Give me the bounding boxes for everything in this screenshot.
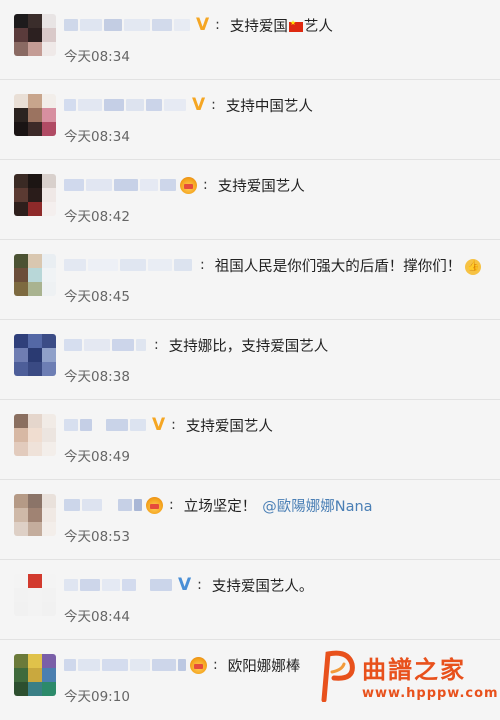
watermark-title: 曲譜之家 [362,656,466,684]
comment-time: 今天08:42 [64,209,130,225]
username-blurred[interactable] [64,338,148,352]
username-blurred[interactable] [64,578,174,592]
username-blurred[interactable] [64,18,192,32]
comment-text: 立场坚定！ [183,498,257,515]
avatar[interactable] [14,174,56,216]
vip-crown-icon [190,656,207,674]
avatar[interactable] [14,494,56,536]
comment-row[interactable]: : 立场坚定！ @歐陽娜娜Nana 今天08:53 [0,480,500,560]
comment-text-suffix: 艺人 [303,18,333,35]
comment-text: 支持爱国艺人 [185,418,273,435]
comment-time: 今天08:34 [64,129,130,145]
comment-text: 欧阳娜娜棒 [227,658,301,675]
comment-text: 支持爱国艺人。 [211,578,314,595]
comment-row[interactable]: V : 支持爱国艺人 今天08:34 [0,0,500,80]
vip-crown-icon [180,176,197,194]
vip-crown-icon [146,496,163,514]
verified-v-icon: V [192,94,206,115]
avatar[interactable] [14,654,56,696]
mention-link[interactable]: @歐陽娜娜Nana [262,495,372,516]
thumbs-up-icon: 👍 [465,258,482,275]
comment-row[interactable]: : 支持娜比，支持爱国艺人 今天08:38 [0,320,500,400]
comment-time: 今天08:44 [64,609,130,625]
china-flag-icon [288,19,303,32]
comment-time: 今天08:53 [64,529,130,545]
comment-row[interactable]: V : 支持爱国艺人。 今天08:44 [0,560,500,640]
comment-time: 今天08:49 [64,449,130,465]
comment-time: 今天08:45 [64,289,130,305]
avatar[interactable] [14,94,56,136]
username-blurred[interactable] [64,98,188,112]
site-watermark: 曲譜之家 www.hpppw.com [318,644,500,711]
comment-list: V : 支持爱国艺人 今天08:34 V : 支持中国艺人 今天08:34 [0,0,500,720]
comment-row[interactable]: V : 支持爱国艺人 今天08:49 [0,400,500,480]
comment-time: 今天08:34 [64,49,130,65]
comment-row[interactable]: : 祖国人民是你们强大的后盾！撑你们！ 👍 今天08:45 [0,240,500,320]
comment-time: 今天09:10 [64,689,130,705]
watermark-logo-icon [321,650,355,702]
username-blurred[interactable] [64,498,144,512]
comment-row[interactable]: V : 支持中国艺人 今天08:34 [0,80,500,160]
verified-v-icon: V [196,14,210,35]
username-blurred[interactable] [64,178,178,192]
username-blurred[interactable] [64,258,194,272]
watermark-url: www.hpppw.com [362,686,499,701]
verified-v-icon: V [178,574,192,595]
avatar[interactable] [14,14,56,56]
avatar[interactable] [14,334,56,376]
comment-text: 支持中国艺人 [225,98,313,115]
verified-v-icon: V [152,414,166,435]
avatar[interactable] [14,254,56,296]
comment-row[interactable]: : 支持爱国艺人 今天08:42 [0,160,500,240]
comment-time: 今天08:38 [64,369,130,385]
comment-text: 支持爱国 [229,18,288,35]
comment-text: 祖国人民是你们强大的后盾！撑你们！ [214,258,462,275]
username-blurred[interactable] [64,658,188,672]
comment-text: 支持娜比，支持爱国艺人 [168,338,329,355]
comment-text: 支持爱国艺人 [217,178,305,195]
avatar[interactable] [14,574,56,616]
avatar[interactable] [14,414,56,456]
username-blurred[interactable] [64,418,148,432]
